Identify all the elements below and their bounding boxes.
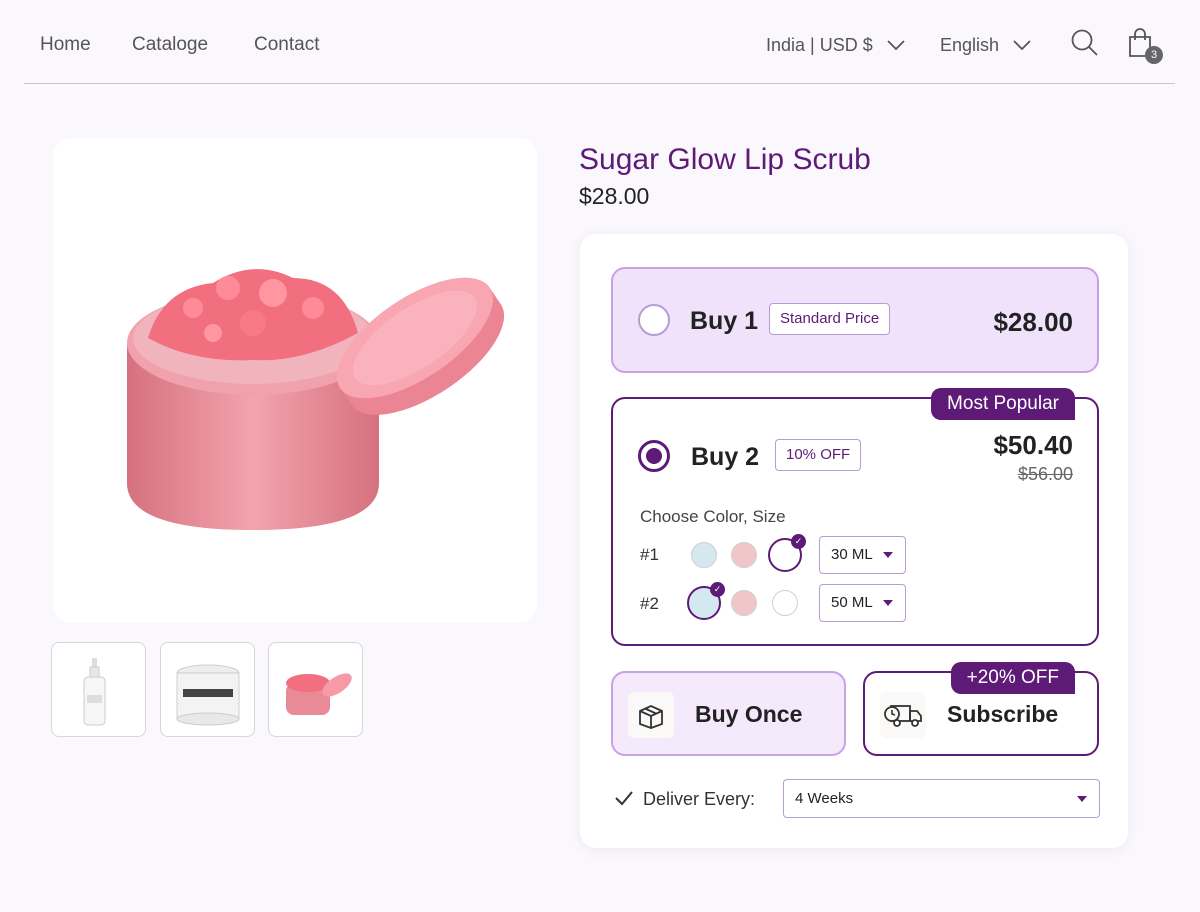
subscribe-label: Subscribe [947, 701, 1059, 727]
chevron-down-icon [1013, 35, 1031, 56]
region-currency-label: India | USD $ [766, 35, 873, 55]
main-product-image [53, 138, 537, 623]
item-1-size-select[interactable]: 30 ML [819, 536, 906, 574]
nav-home-link[interactable]: Home [40, 34, 91, 56]
item-1-size-value: 30 ML [831, 546, 873, 563]
checkmark-icon [614, 790, 634, 811]
item-1-swatch-blue[interactable] [691, 542, 717, 568]
dropdown-caret-icon [1077, 796, 1087, 802]
choose-color-size-label: Choose Color, Size [640, 507, 786, 526]
cart-icon[interactable]: 3 [1127, 28, 1163, 64]
deliver-every-label: Deliver Every: [643, 789, 756, 809]
buy-2-price: $50.40 [993, 430, 1073, 460]
thumbnail-serum[interactable] [51, 642, 146, 737]
item-2-size-value: 50 ML [831, 594, 873, 611]
item-1-swatch-pink[interactable] [731, 542, 757, 568]
moisturizer-jar-image [176, 664, 240, 726]
delivery-frequency-value: 4 Weeks [795, 790, 854, 807]
item-2-label: #2 [640, 594, 659, 613]
region-currency-selector[interactable]: India | USD $ [766, 35, 905, 56]
product-price: $28.00 [579, 183, 650, 209]
thumbnail-moisturizer[interactable] [160, 642, 255, 737]
item-2-swatch-white[interactable] [772, 590, 798, 616]
language-label: English [940, 35, 1000, 55]
subscribe-discount-badge: +20% OFF [950, 662, 1075, 694]
language-selector[interactable]: English [940, 35, 1031, 56]
lip-scrub-thumbnail-image [286, 673, 352, 715]
check-icon: ✓ [710, 582, 725, 597]
nav-contact-link[interactable]: Contact [254, 34, 319, 56]
search-icon[interactable] [1070, 28, 1100, 60]
delivery-frequency-select[interactable]: 4 Weeks [783, 779, 1100, 818]
subscribe-button[interactable]: +20% OFF Subscribe [863, 662, 1099, 756]
lip-scrub-jar-image [127, 269, 505, 530]
buy-2-label: Buy 2 [691, 443, 760, 471]
check-icon: ✓ [791, 534, 806, 549]
buy-2-radio[interactable] [638, 440, 670, 472]
chevron-down-icon [887, 35, 905, 56]
item-2-swatch-blue[interactable]: ✓ [687, 582, 725, 620]
most-popular-badge: Most Popular [931, 388, 1075, 420]
delivery-truck-icon [880, 692, 926, 738]
buy-2-option[interactable]: Most Popular Buy 2 10% OFF $50.40 $56.00… [611, 388, 1099, 646]
box-icon [628, 692, 674, 738]
buy-once-label: Buy Once [695, 701, 803, 727]
item-2-swatch-pink[interactable] [731, 590, 757, 616]
buy-2-original-price: $56.00 [1017, 464, 1073, 484]
top-navigation: Home Cataloge Contact India | USD $ Engl… [24, 0, 1175, 84]
nav-catalog-link[interactable]: Cataloge [132, 34, 208, 56]
product-title: Sugar Glow Lip Scrub [579, 143, 871, 176]
buy-1-label: Buy 1 [690, 307, 759, 335]
serum-bottle-image [83, 658, 106, 726]
dropdown-caret-icon [883, 600, 893, 606]
buy-1-option[interactable]: Buy 1 Standard Price $28.00 [611, 267, 1099, 373]
standard-price-tag: Standard Price [769, 303, 891, 335]
item-2-size-select[interactable]: 50 ML [819, 584, 906, 622]
dropdown-caret-icon [883, 552, 893, 558]
item-1-swatch-white[interactable]: ✓ [768, 534, 806, 572]
buy-once-button[interactable]: Buy Once [611, 671, 846, 756]
item-1-label: #1 [640, 545, 659, 564]
thumbnail-lip-scrub[interactable] [268, 642, 363, 737]
purchase-options-card: Buy 1 Standard Price $28.00 Most Popular… [580, 234, 1128, 848]
buy-1-radio[interactable] [638, 304, 670, 336]
discount-tag: 10% OFF [775, 439, 862, 471]
buy-1-price: $28.00 [993, 307, 1073, 337]
cart-count-badge: 3 [1145, 46, 1163, 64]
